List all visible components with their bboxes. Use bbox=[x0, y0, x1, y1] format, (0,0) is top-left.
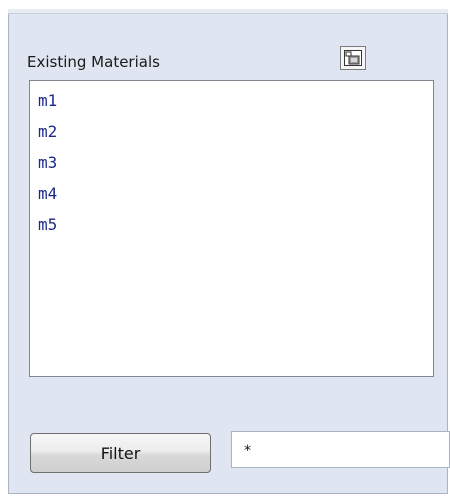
filter-input[interactable] bbox=[231, 431, 450, 468]
existing-materials-label: Existing Materials bbox=[27, 53, 160, 71]
panel-top-edge bbox=[8, 9, 448, 14]
materials-list[interactable]: m1 m2 m3 m4 m5 bbox=[29, 80, 434, 377]
list-item-m5[interactable]: m5 bbox=[30, 209, 433, 240]
list-item-m4[interactable]: m4 bbox=[30, 178, 433, 209]
list-item-m1[interactable]: m1 bbox=[30, 85, 433, 116]
list-item-m3[interactable]: m3 bbox=[30, 147, 433, 178]
list-item-m2[interactable]: m2 bbox=[30, 116, 433, 147]
filter-button[interactable]: Filter bbox=[30, 433, 211, 473]
window-icon[interactable] bbox=[340, 46, 366, 70]
window-glyph-icon bbox=[344, 50, 362, 66]
